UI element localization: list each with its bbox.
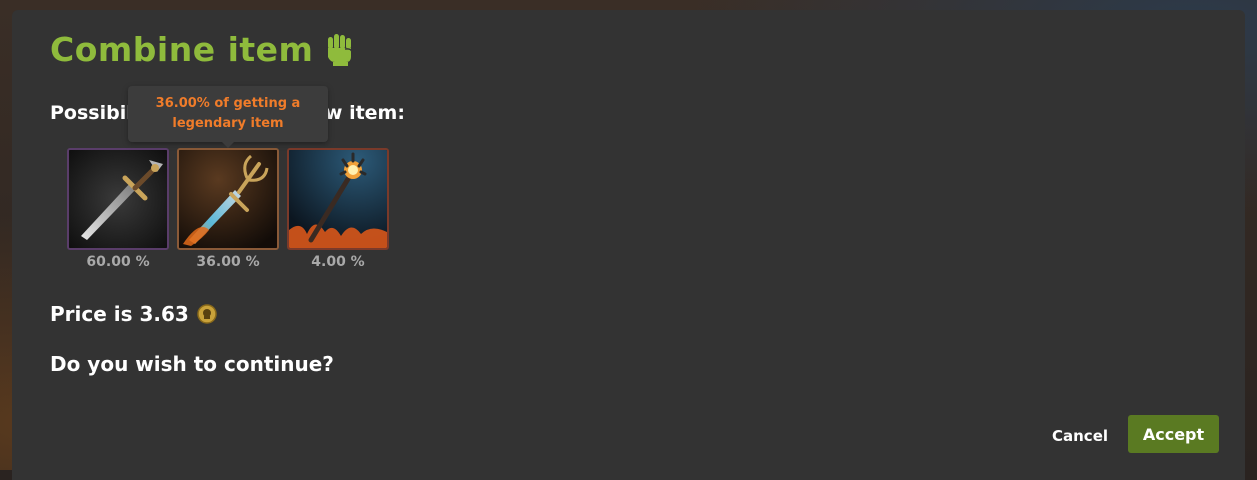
price-label: Price is 3.63 — [50, 302, 189, 326]
accept-button[interactable]: Accept — [1128, 415, 1219, 453]
tooltip-line-2: legendary item — [172, 116, 284, 131]
item-frame — [67, 148, 169, 250]
chance-label: 4.00 % — [311, 254, 365, 270]
tooltip-line-1: 36.00% of getting a — [155, 96, 301, 111]
chance-tooltip: 36.00% of getting a legendary item — [128, 86, 328, 148]
item-frame — [177, 148, 279, 250]
chance-label: 60.00 % — [86, 254, 150, 270]
dialog-title: Combine item — [50, 30, 314, 69]
fist-icon — [325, 33, 355, 67]
combine-item-dialog: Combine item Possibilities of getting ne… — [12, 10, 1245, 480]
item-option-trident-blade[interactable]: 36.00 % — [177, 148, 279, 270]
item-option-sword[interactable]: 60.00 % — [67, 148, 169, 270]
trident-blade-icon — [179, 150, 277, 248]
sword-icon — [69, 150, 167, 248]
price-row: Price is 3.63 — [50, 302, 217, 326]
coin-icon — [197, 304, 217, 324]
item-options: 60.00 % 36.00 % 4.00 % — [67, 148, 389, 270]
confirm-question: Do you wish to continue? — [50, 352, 334, 376]
item-option-staff[interactable]: 4.00 % — [287, 148, 389, 270]
dialog-header: Combine item — [50, 30, 355, 69]
chance-label: 36.00 % — [196, 254, 260, 270]
staff-icon — [289, 150, 387, 248]
item-frame — [287, 148, 389, 250]
cancel-button[interactable]: Cancel — [1048, 422, 1112, 450]
